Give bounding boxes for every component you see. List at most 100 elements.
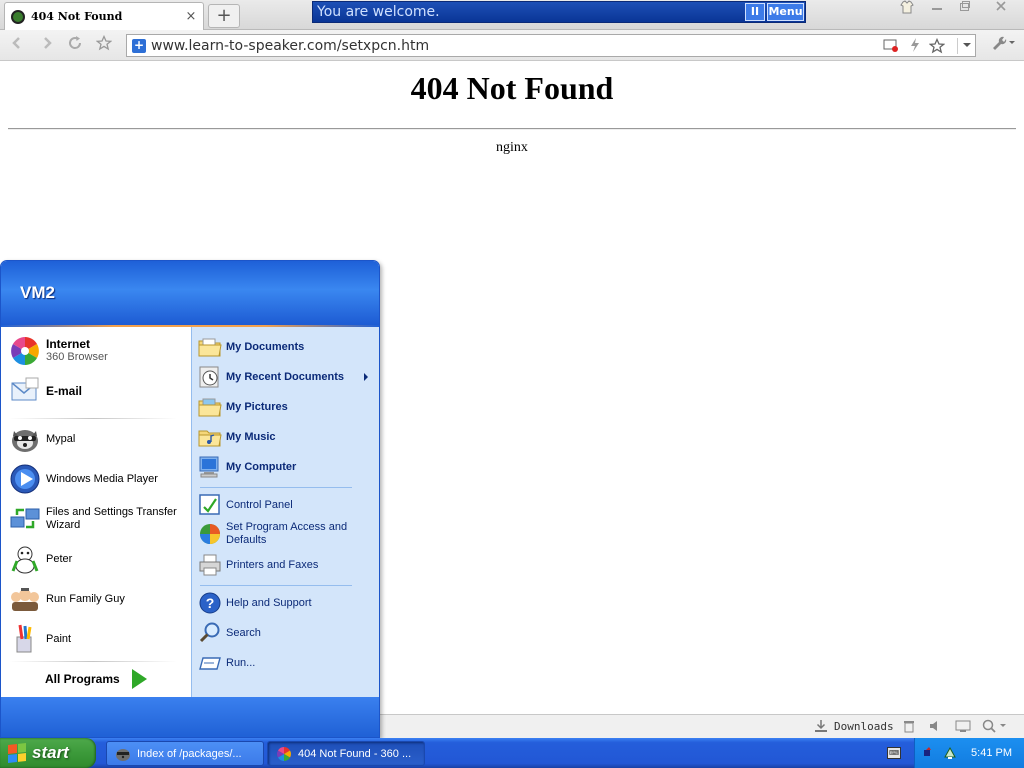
start-item-paint[interactable]: Paint [9, 623, 189, 655]
taskbar: start Index of /packages/... 404 Not Fou… [0, 738, 1024, 768]
mypal-icon [115, 746, 131, 762]
page-favicon-icon [11, 9, 25, 24]
trash-icon[interactable] [902, 719, 916, 737]
start-menu-header: VM2 [1, 261, 379, 325]
blocked-popup-icon[interactable] [883, 38, 899, 56]
program-access-icon [198, 522, 222, 546]
downloads-label[interactable]: Downloads [834, 720, 894, 733]
safely-remove-icon[interactable] [943, 746, 957, 760]
start-item-label: Run... [226, 656, 256, 669]
transfer-wizard-icon [9, 503, 41, 535]
restore-icon[interactable] [952, 0, 978, 20]
start-item-run[interactable]: Run... [198, 651, 376, 675]
email-icon [9, 375, 41, 407]
start-item-program-access[interactable]: Set Program Access and Defaults [198, 521, 376, 547]
taskbar-button-mypal[interactable]: Index of /packages/... [106, 741, 264, 766]
screen-icon[interactable] [955, 719, 971, 737]
start-item-title: Paint [46, 632, 72, 645]
start-item-label: Printers and Faxes [226, 558, 319, 571]
start-item-title: Mypal [46, 432, 76, 445]
mypal-icon [9, 423, 41, 455]
page-heading: 404 Not Found [410, 70, 614, 106]
notification-text: You are welcome. [317, 4, 440, 20]
start-item-control-panel[interactable]: Control Panel [198, 493, 376, 517]
address-bar[interactable]: + www.learn-to-speaker.com/setxpcn.htm [126, 34, 976, 57]
tab-close-icon[interactable]: × [185, 9, 197, 24]
media-player-icon [9, 463, 41, 495]
start-item-title: Windows Media Player [46, 472, 158, 485]
notification-pause-button[interactable]: II [745, 3, 765, 21]
download-icon[interactable] [814, 719, 828, 737]
taskbar-button-360-browser[interactable]: 404 Not Found - 360 ... [267, 741, 425, 766]
start-item-internet[interactable]: Internet 360 Browser [9, 335, 189, 367]
start-item-label: Search [226, 626, 261, 639]
start-item-help[interactable]: ? Help and Support [198, 591, 376, 615]
forward-icon[interactable] [36, 35, 58, 57]
start-item-title: Files and Settings Transfer Wizard [46, 506, 177, 531]
start-item-mypal[interactable]: Mypal [9, 423, 189, 455]
start-menu-footer [1, 697, 379, 737]
bookmark-star-icon[interactable] [928, 37, 946, 58]
submenu-arrow-icon [364, 373, 368, 381]
address-dropdown-icon[interactable] [957, 38, 972, 54]
start-item-my-computer[interactable]: My Computer [198, 455, 376, 479]
server-name: nginx [496, 140, 528, 155]
pinned-separator [9, 418, 177, 419]
start-item-media-player[interactable]: Windows Media Player [9, 463, 189, 495]
user-name: VM2 [20, 283, 55, 302]
start-item-my-documents[interactable]: My Documents [198, 335, 376, 359]
start-item-family-guy[interactable]: Run Family Guy [9, 583, 189, 615]
recent-docs-icon [198, 365, 222, 389]
start-menu: VM2 Internet 360 Browser E-mail Mypal Wi… [0, 260, 380, 738]
all-programs-button[interactable]: All Programs [45, 669, 147, 689]
start-item-label: My Music [226, 430, 276, 443]
start-item-my-pictures[interactable]: My Pictures [198, 395, 376, 419]
browser-tab-bar: 404 Not Found × + You are welcome. II Me… [0, 0, 1024, 30]
start-item-label: Help and Support [226, 596, 312, 609]
address-url[interactable]: www.learn-to-speaker.com/setxpcn.htm [151, 38, 429, 54]
new-tab-button[interactable]: + [208, 4, 240, 28]
places-separator [200, 487, 352, 488]
start-item-label: My Documents [226, 340, 305, 353]
notification-menu-button[interactable]: Menu [767, 3, 804, 21]
360-browser-icon [9, 335, 41, 367]
clock[interactable]: 5:41 PM [971, 747, 1012, 759]
refresh-icon[interactable] [64, 35, 86, 57]
network-icon[interactable] [923, 746, 937, 760]
start-menu-body: Internet 360 Browser E-mail Mypal Window… [1, 327, 379, 697]
start-label: start [32, 743, 69, 762]
start-item-peter[interactable]: Peter [9, 543, 189, 575]
navigation-bar: + www.learn-to-speaker.com/setxpcn.htm [0, 30, 1024, 61]
wrench-icon[interactable] [990, 35, 1016, 55]
site-info-icon[interactable]: + [132, 39, 146, 53]
favorite-star-icon[interactable] [93, 34, 115, 57]
volume-icon[interactable] [928, 719, 942, 737]
minimize-icon[interactable] [924, 0, 950, 20]
start-item-my-music[interactable]: My Music [198, 425, 376, 449]
start-item-label: Control Panel [226, 498, 293, 511]
speed-mode-icon[interactable] [909, 38, 921, 56]
keyboard-layout-icon[interactable]: ⌨ [887, 747, 901, 759]
close-icon[interactable] [988, 0, 1014, 20]
tab-title: 404 Not Found [31, 10, 123, 23]
browser-tab[interactable]: 404 Not Found × [4, 2, 204, 30]
windows-logo-icon [8, 743, 26, 763]
start-item-printers[interactable]: Printers and Faxes [198, 553, 376, 577]
taskbar-button-label: 404 Not Found - 360 ... [298, 747, 412, 760]
run-icon [198, 651, 222, 675]
folder-icon [198, 335, 222, 359]
start-item-subtitle: 360 Browser [46, 351, 108, 363]
start-item-search[interactable]: Search [198, 621, 376, 645]
start-item-title: Internet [46, 337, 91, 351]
360-browser-icon [276, 746, 292, 762]
back-icon[interactable] [6, 35, 28, 57]
start-item-my-recent-documents[interactable]: My Recent Documents [198, 365, 376, 389]
svg-text:?: ? [206, 595, 215, 611]
start-button[interactable]: start [0, 738, 96, 768]
zoom-icon[interactable] [982, 719, 1008, 737]
start-item-email[interactable]: E-mail [9, 375, 189, 407]
shirt-icon[interactable] [894, 0, 920, 20]
start-item-label: My Pictures [226, 400, 288, 413]
start-item-transfer-wizard[interactable]: Files and Settings Transfer Wizard [9, 503, 189, 535]
help-icon: ? [198, 591, 222, 615]
